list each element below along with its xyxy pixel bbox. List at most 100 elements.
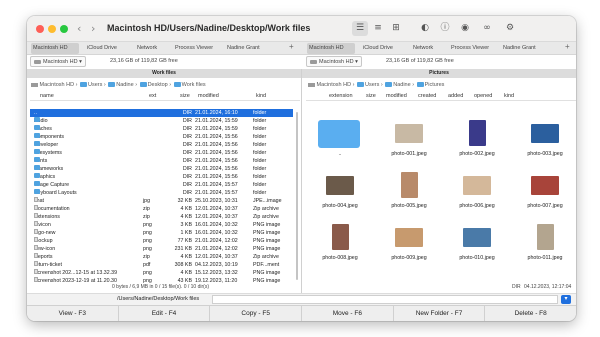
- table-row[interactable]: Keyboard Layouts DIR 21.01.2024, 15:57 fold…: [30, 189, 293, 197]
- column-size[interactable]: size: [180, 92, 190, 101]
- table-row[interactable]: favicon png 3 KB 16.01.2024, 10:32 PNG image: [30, 221, 293, 229]
- table-row[interactable]: return-ticket pdf 308 KB 04.12.2023, 10:19 P…: [30, 261, 293, 269]
- file-size: DIR: [182, 150, 192, 156]
- file-ext: jpg: [143, 198, 151, 204]
- column-opened[interactable]: opened: [474, 92, 492, 101]
- tab-left-process-viewer[interactable]: Process Viewer: [173, 43, 213, 54]
- table-row[interactable]: Caches DIR 21.01.2024, 15:59 folder: [30, 125, 293, 133]
- tab-right-icloud[interactable]: iCloud Drive: [361, 43, 393, 54]
- gear-icon[interactable]: ⚙: [502, 21, 518, 36]
- tab-left-icloud[interactable]: iCloud Drive: [85, 43, 117, 54]
- column-kind[interactable]: kind: [256, 92, 266, 101]
- column-size[interactable]: size: [366, 92, 376, 101]
- command-input[interactable]: [212, 295, 558, 304]
- column-created[interactable]: created: [418, 92, 436, 101]
- tab-left-macintosh-hd[interactable]: Macintosh HD: [31, 43, 79, 54]
- copy-button[interactable]: Copy - F5: [210, 306, 303, 321]
- binoculars-icon[interactable]: ∞: [479, 21, 495, 36]
- delete-button[interactable]: Delete - F8: [485, 306, 576, 321]
- file-size: DIR: [182, 134, 192, 140]
- list-view-icon[interactable]: ☰: [352, 21, 368, 36]
- thumbnail-view-icon[interactable]: ⊞: [388, 21, 404, 36]
- left-scrollbar[interactable]: [296, 112, 298, 280]
- back-button[interactable]: ‹: [77, 22, 81, 35]
- table-row[interactable]: Documentation zip 4 KB 12.01.2024, 10:37 Zip…: [30, 205, 293, 213]
- table-row[interactable]: chat jpg 32 KB 25.10.2023, 10:31 JPE...image: [30, 197, 293, 205]
- table-row[interactable]: Graphics DIR 21.01.2024, 15:56 folder: [30, 173, 293, 181]
- breadcrumb-item[interactable]: Pictures: [425, 82, 445, 88]
- breadcrumb-item[interactable]: Nadine: [393, 82, 410, 88]
- table-row[interactable]: mockup png 77 KB 21.01.2024, 12:02 PNG image: [30, 237, 293, 245]
- column-extension[interactable]: extension: [329, 92, 353, 101]
- breadcrumb-item[interactable]: Users: [365, 82, 379, 88]
- breadcrumb-item[interactable]: Users: [88, 82, 102, 88]
- tab-label: iCloud Drive: [363, 45, 393, 51]
- column-modified[interactable]: modified: [386, 92, 407, 101]
- tab-left-nadine-grant[interactable]: Nadine Grant: [225, 43, 260, 54]
- hard-drive-icon: [308, 82, 315, 87]
- move-button[interactable]: Move - F6: [302, 306, 394, 321]
- left-drive-select[interactable]: Macintosh HD ▾: [30, 56, 86, 67]
- table-row[interactable]: Extensions zip 4 KB 12.01.2024, 10:37 Zip ar…: [30, 213, 293, 221]
- forward-button[interactable]: ›: [91, 22, 95, 35]
- table-row[interactable]: Screenshot 202...12-15 at 13.32.39 png 4 K…: [30, 269, 293, 277]
- tab-right-macintosh-hd[interactable]: Macintosh HD: [307, 43, 355, 54]
- column-name[interactable]: name: [40, 92, 54, 101]
- file-name: Audio: [34, 117, 48, 125]
- file-name: Extensions: [34, 213, 60, 221]
- table-row[interactable]: Components DIR 21.01.2024, 15:56 folder: [30, 133, 293, 141]
- tab-left-network[interactable]: Network: [135, 43, 157, 54]
- add-tab-left-button[interactable]: +: [289, 42, 294, 51]
- toggle-icon[interactable]: ◐: [417, 21, 433, 36]
- file-icon: [34, 213, 38, 218]
- tab-right-network[interactable]: Network: [411, 43, 433, 54]
- new-folder-button[interactable]: New Folder - F7: [394, 306, 486, 321]
- tab-right-process-viewer[interactable]: Process Viewer: [449, 43, 489, 54]
- file-size: DIR: [182, 158, 192, 164]
- zoom-window-button[interactable]: [60, 25, 68, 33]
- breadcrumb-item[interactable]: Macintosh HD: [40, 82, 75, 88]
- table-row[interactable]: Developer DIR 21.01.2024, 15:56 folder: [30, 141, 293, 149]
- right-panel-title: Pictures: [302, 69, 576, 78]
- breadcrumb-item[interactable]: Desktop: [148, 82, 168, 88]
- panel-divider[interactable]: [301, 69, 302, 293]
- table-row[interactable]: Fonts DIR 21.01.2024, 15:56 folder: [30, 157, 293, 165]
- table-row[interactable]: .. DIR 21.01.2024, 16:10 folder: [30, 109, 293, 117]
- view-button[interactable]: View - F3: [27, 306, 119, 321]
- column-ext[interactable]: ext: [149, 92, 156, 101]
- column-added[interactable]: added: [448, 92, 463, 101]
- file-name: Fonts: [34, 157, 47, 165]
- file-kind: Zip archive: [253, 254, 279, 260]
- breadcrumb-item[interactable]: Macintosh HD: [317, 82, 352, 88]
- breadcrumb-item[interactable]: Nadine: [116, 82, 133, 88]
- app-window: ‹ › Macintosh HD/Users/Nadine/Desktop/Wo…: [27, 16, 576, 321]
- add-tab-right-button[interactable]: +: [565, 42, 570, 51]
- table-row[interactable]: Reports zip 4 KB 12.01.2024, 10:37 Zip archi…: [30, 253, 293, 261]
- tab-right-nadine-grant[interactable]: Nadine Grant: [501, 43, 536, 54]
- table-row[interactable]: Frameworks DIR 21.01.2024, 15:56 folder: [30, 165, 293, 173]
- column-modified[interactable]: modified: [198, 92, 219, 101]
- table-row[interactable]: logo-new png 1 KB 16.01.2024, 10:32 PNG imag…: [30, 229, 293, 237]
- chevron-down-icon[interactable]: ▾: [561, 295, 571, 304]
- column-kind[interactable]: kind: [504, 92, 514, 101]
- close-window-button[interactable]: [36, 25, 44, 33]
- file-name: Graphics: [34, 173, 55, 181]
- brief-view-icon[interactable]: ≡: [370, 21, 386, 36]
- file-name-text: Screenshot 202...12-15 at 13.32.39: [34, 270, 118, 276]
- file-kind: PDF...ment: [253, 262, 280, 268]
- table-row[interactable]: new-icon png 231 KB 21.01.2024, 12:02 PNG im…: [30, 245, 293, 253]
- table-row[interactable]: Filesystems DIR 21.01.2024, 15:56 folder: [30, 149, 293, 157]
- edit-button[interactable]: Edit - F4: [119, 306, 211, 321]
- folder-icon: [79, 82, 87, 88]
- table-row[interactable]: Image Capture DIR 21.01.2024, 15:57 folder: [30, 181, 293, 189]
- tab-label: Nadine Grant: [503, 45, 536, 51]
- right-drive-select[interactable]: Macintosh HD ▾: [306, 56, 362, 67]
- minimize-window-button[interactable]: [48, 25, 56, 33]
- table-row[interactable]: Audio DIR 21.01.2024, 15:59 folder: [30, 117, 293, 125]
- file-name-text: ..: [34, 110, 37, 116]
- breadcrumb-item[interactable]: Work files: [182, 82, 206, 88]
- info-icon[interactable]: ⓘ: [437, 21, 453, 36]
- preview-icon[interactable]: ◉: [457, 21, 473, 36]
- file-kind: folder: [253, 118, 267, 124]
- file-modified: 21.01.2024, 15:56: [195, 150, 238, 156]
